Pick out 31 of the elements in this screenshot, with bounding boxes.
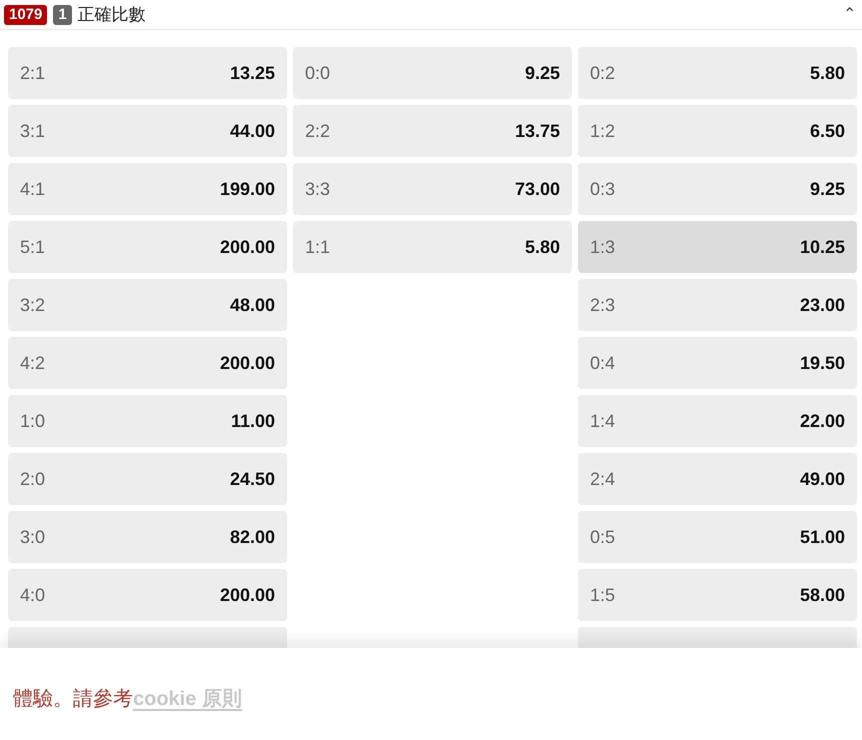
odds-button[interactable]: 4:1 199.00 [8,163,287,215]
odds-button[interactable]: 1:1 5.80 [293,221,572,273]
market-title: 正確比數 [78,4,146,26]
odds-button[interactable]: 0:3 9.25 [578,163,857,215]
odds-button[interactable]: 3:2 48.00 [8,279,287,331]
odds-button[interactable]: 3:1 44.00 [8,105,287,157]
odds-button[interactable]: 0:2 5.80 [578,47,857,99]
odds-button[interactable]: 2:0 24.50 [8,453,287,505]
odds-button[interactable]: 3:0 82.00 [8,511,287,563]
odds-button[interactable]: 1:5 58.00 [578,569,857,621]
odds-button[interactable]: 0:4 19.50 [578,337,857,389]
event-id-badge: 1079 [4,4,48,24]
odds-button[interactable]: 1:0 11.00 [8,395,287,447]
odds-button[interactable]: 5:1 200.00 [8,221,287,273]
odds-button[interactable] [8,627,287,648]
odds-button[interactable]: 3:3 73.00 [293,163,572,215]
odds-button[interactable]: 2:4 49.00 [578,453,857,505]
collapse-button[interactable]: ⌃ [843,6,856,22]
odds-button[interactable]: 4:2 200.00 [8,337,287,389]
cookie-notice-text: 體驗。請參考 [13,687,133,712]
odds-button[interactable]: 2:3 23.00 [578,279,857,331]
odds-button[interactable]: 1:4 22.00 [578,395,857,447]
odds-button[interactable] [578,627,857,648]
odds-button[interactable]: 1:2 6.50 [578,105,857,157]
odds-button[interactable]: 1:3 10.25 [578,221,857,273]
odds-button[interactable]: 4:0 200.00 [8,569,287,621]
odds-button[interactable]: 2:2 13.75 [293,105,572,157]
count-badge: 1 [53,4,72,24]
odds-button[interactable]: 0:0 9.25 [293,47,572,99]
odds-button[interactable]: 2:1 13.25 [8,47,287,99]
odds-button[interactable]: 0:5 51.00 [578,511,857,563]
